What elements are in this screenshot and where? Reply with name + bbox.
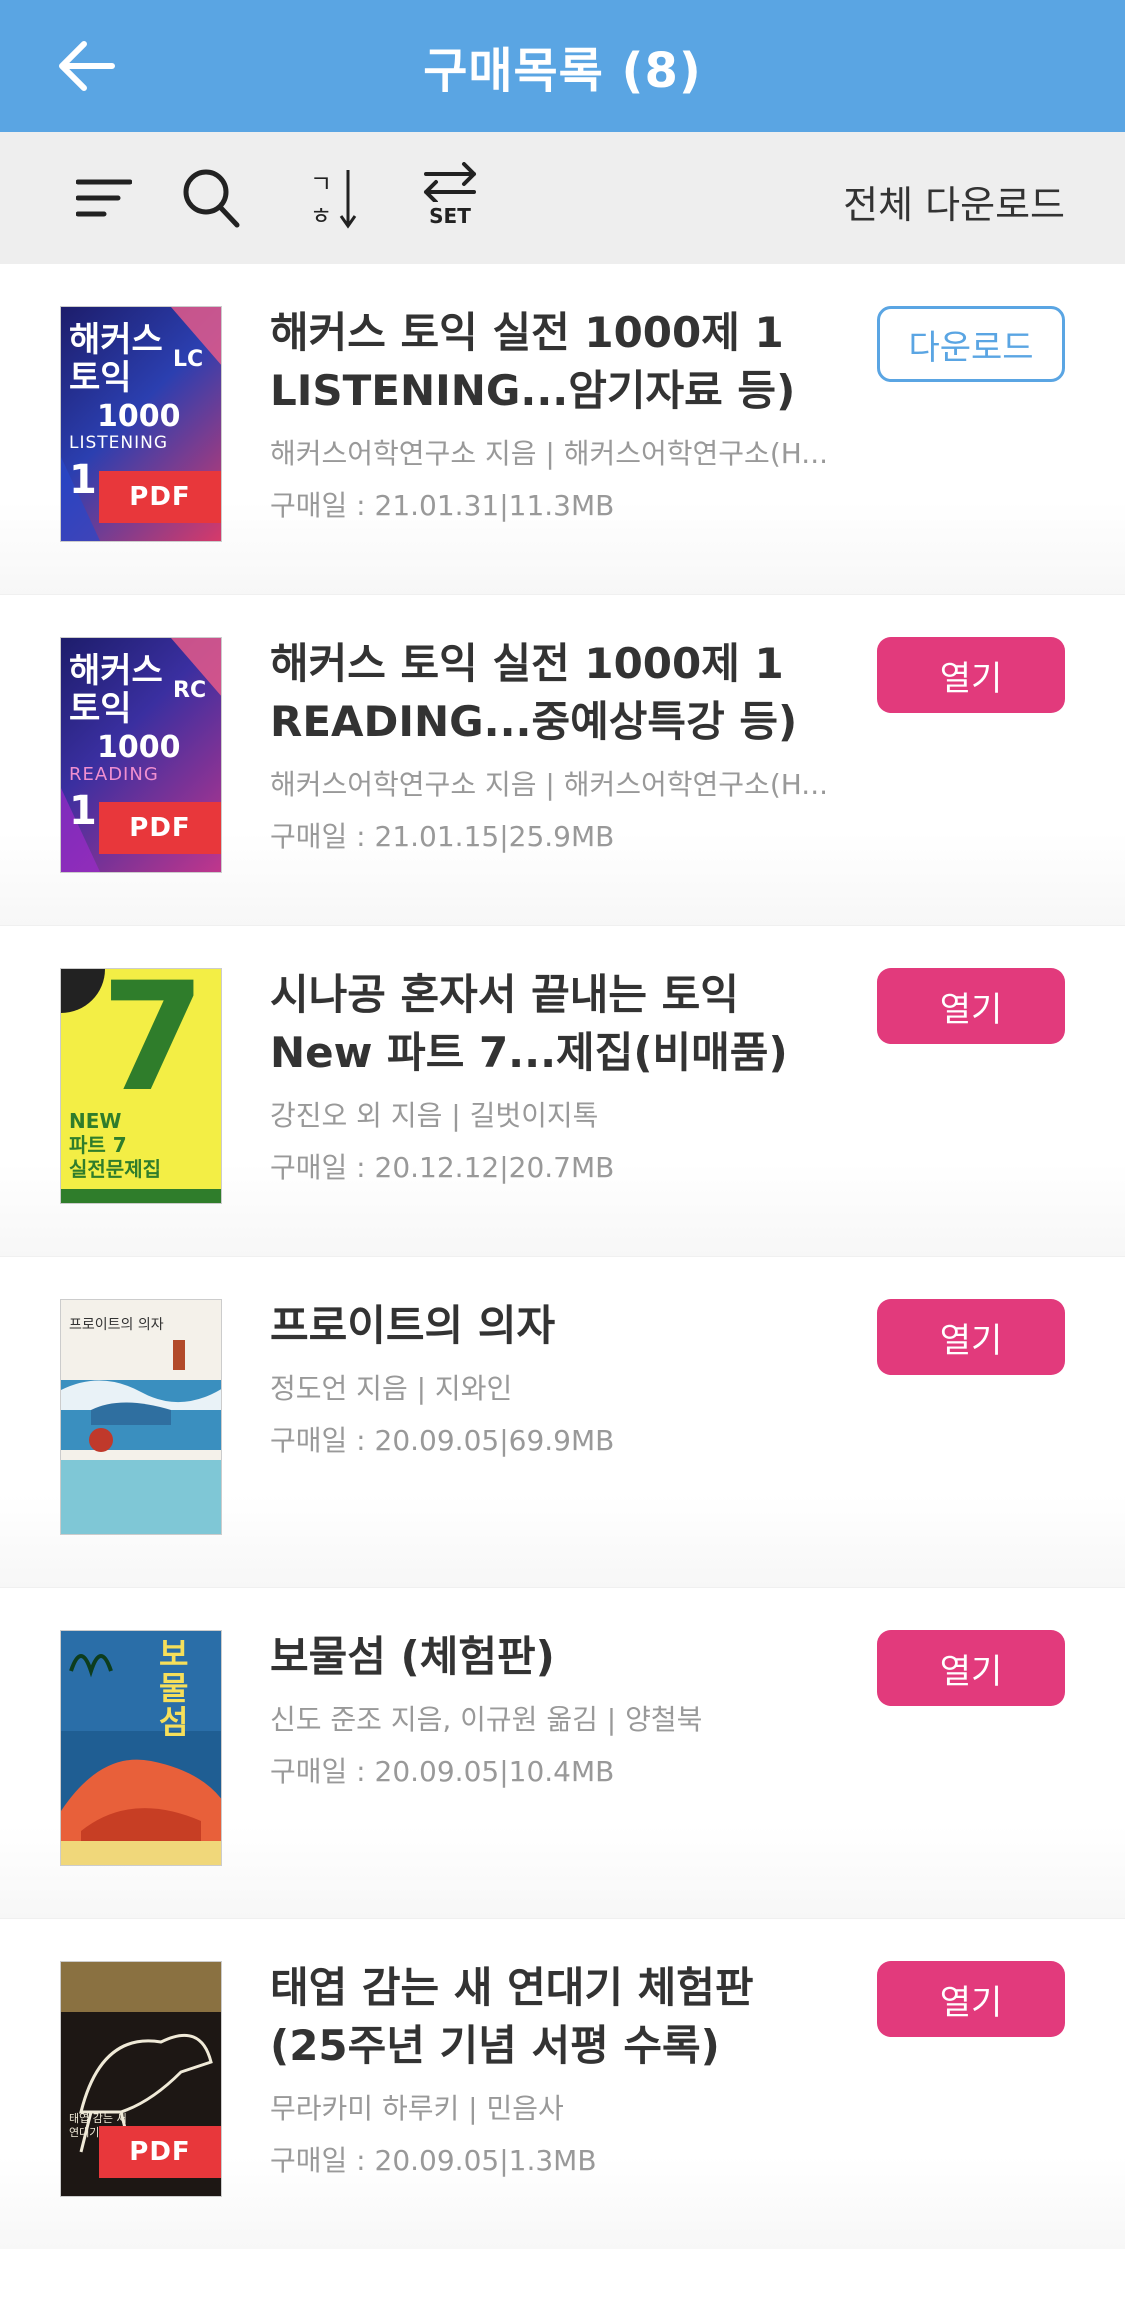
cover-big-number: 7: [101, 968, 206, 1125]
toolbar: ㄱ ㅎ SET 전체 다운로드: [0, 132, 1125, 265]
item-info: 시나공 혼자서 끝내는 토익 New 파트 7...제집(비매품) 강진오 외 …: [270, 966, 840, 1186]
purchase-list: 해커스 토익 LC 1000 LISTENING 1 PDF 해커스 토익 실전…: [0, 264, 1125, 2249]
book-author-publisher: 해커스어학연구소 지음 | 해커스어학연구소(H...: [270, 437, 829, 470]
book-cover[interactable]: 해커스 토익 RC 1000 READING 1 PDF: [60, 637, 222, 873]
set-label: SET: [429, 204, 471, 228]
cover-volume: 1: [69, 457, 97, 503]
cover-number: 1000: [97, 399, 181, 434]
list-item[interactable]: 7 NEW 파트 7 실전문제집 시나공 혼자서 끝내는 토익 New 파트 7…: [0, 925, 1125, 1256]
book-title: 해커스 토익 실전 1000제 1 READING...중예상특강 등): [270, 639, 798, 746]
book-author-publisher: 신도 준조 지음, 이규원 옮김 | 양철북: [270, 1703, 703, 1736]
cover-title: 해커스: [69, 320, 163, 360]
cover-number: 1000: [97, 730, 181, 765]
cover-line3: 실전문제집: [69, 1157, 161, 1181]
cover-title: 해커스: [69, 651, 163, 691]
filter-icon[interactable]: [76, 176, 132, 220]
sort-order-icon[interactable]: ㄱ ㅎ: [308, 164, 362, 230]
pdf-badge: PDF: [99, 2126, 221, 2178]
book-cover[interactable]: 7 NEW 파트 7 실전문제집: [60, 968, 222, 1204]
list-item[interactable]: 프로이트의 의자 프로이트의 의자 정도언 지음 | 지와인 구매일 : 20.…: [0, 1256, 1125, 1587]
list-item[interactable]: 해커스 토익 RC 1000 READING 1 PDF 해커스 토익 실전 1…: [0, 594, 1125, 925]
cover-subtitle: 토익: [69, 358, 132, 398]
purchase-date: 구매일 : 20.12.12|20.7MB: [270, 1151, 615, 1184]
download-all-button[interactable]: 전체 다운로드: [843, 174, 1065, 229]
cover-line1: NEW: [69, 1109, 122, 1133]
book-author-publisher: 무라카미 하루키 | 민음사: [270, 2092, 564, 2125]
list-item[interactable]: 해커스 토익 LC 1000 LISTENING 1 PDF 해커스 토익 실전…: [0, 264, 1125, 594]
cover-word: READING: [69, 764, 159, 785]
book-author-publisher: 정도언 지음 | 지와인: [270, 1372, 513, 1405]
download-button[interactable]: 다운로드: [877, 306, 1065, 382]
cover-volume: 1: [69, 788, 97, 834]
pdf-badge: PDF: [99, 471, 221, 523]
pdf-badge: PDF: [99, 802, 221, 854]
item-info: 프로이트의 의자 정도언 지음 | 지와인 구매일 : 20.09.05|69.…: [270, 1297, 840, 1459]
purchase-date: 구매일 : 20.09.05|10.4MB: [270, 1755, 615, 1788]
book-title: 프로이트의 의자: [270, 1301, 556, 1350]
list-item[interactable]: 태엽 감는 새 연대기 PDF 태엽 감는 새 연대기 체험판 (25주년 기념…: [0, 1918, 1125, 2249]
open-button[interactable]: 열기: [877, 1961, 1065, 2037]
purchase-date: 구매일 : 21.01.31|11.3MB: [270, 489, 615, 522]
set-swap-icon[interactable]: SET: [420, 162, 480, 234]
open-button[interactable]: 열기: [877, 1630, 1065, 1706]
book-title: 해커스 토익 실전 1000제 1 LISTENING...암기자료 등): [270, 308, 796, 415]
item-info: 해커스 토익 실전 1000제 1 READING...중예상특강 등) 해커스…: [270, 635, 840, 855]
item-info: 태엽 감는 새 연대기 체험판 (25주년 기념 서평 수록) 무라카미 하루키…: [270, 1959, 840, 2179]
purchase-date: 구매일 : 20.09.05|69.9MB: [270, 1424, 615, 1457]
purchase-date: 구매일 : 21.01.15|25.9MB: [270, 820, 615, 853]
sort-top-label: ㄱ: [310, 170, 333, 198]
book-title: 보물섬 (체험판): [270, 1632, 555, 1681]
book-author-publisher: 해커스어학연구소 지음 | 해커스어학연구소(H...: [270, 768, 829, 801]
open-button[interactable]: 열기: [877, 637, 1065, 713]
book-author-publisher: 강진오 외 지음 | 길벗이지톡: [270, 1099, 599, 1132]
book-cover[interactable]: 프로이트의 의자: [60, 1299, 222, 1535]
purchase-date: 구매일 : 20.09.05|1.3MB: [270, 2144, 597, 2177]
cover-word: LISTENING: [69, 433, 169, 453]
open-button[interactable]: 열기: [877, 1299, 1065, 1375]
page-title: 구매목록 (8): [423, 43, 702, 99]
book-cover[interactable]: 해커스 토익 LC 1000 LISTENING 1 PDF: [60, 306, 222, 542]
item-info: 보물섬 (체험판) 신도 준조 지음, 이규원 옮김 | 양철북 구매일 : 2…: [270, 1628, 840, 1790]
book-title: 태엽 감는 새 연대기 체험판 (25주년 기념 서평 수록): [270, 1963, 754, 2070]
cover-title: 보물섬: [159, 1635, 189, 1741]
cover-subtitle: 토익: [69, 689, 132, 729]
book-cover[interactable]: 태엽 감는 새 연대기 PDF: [60, 1961, 222, 2197]
search-icon[interactable]: [180, 166, 242, 230]
cover-illustration: [61, 1340, 221, 1534]
app-bar: 구매목록 (8): [0, 0, 1125, 132]
back-arrow-icon[interactable]: [52, 30, 124, 102]
book-title: 시나공 혼자서 끝내는 토익 New 파트 7...제집(비매품): [270, 970, 788, 1077]
cover-tag: LC: [173, 347, 204, 372]
cover-tag: RC: [173, 678, 207, 703]
list-item[interactable]: 보물섬 보물섬 (체험판) 신도 준조 지음, 이규원 옮김 | 양철북 구매일…: [0, 1587, 1125, 1918]
item-info: 해커스 토익 실전 1000제 1 LISTENING...암기자료 등) 해커…: [270, 304, 840, 524]
book-cover[interactable]: 보물섬: [60, 1630, 222, 1866]
sort-bottom-label: ㅎ: [310, 202, 333, 230]
cover-line2: 파트 7: [69, 1133, 127, 1157]
open-button[interactable]: 열기: [877, 968, 1065, 1044]
